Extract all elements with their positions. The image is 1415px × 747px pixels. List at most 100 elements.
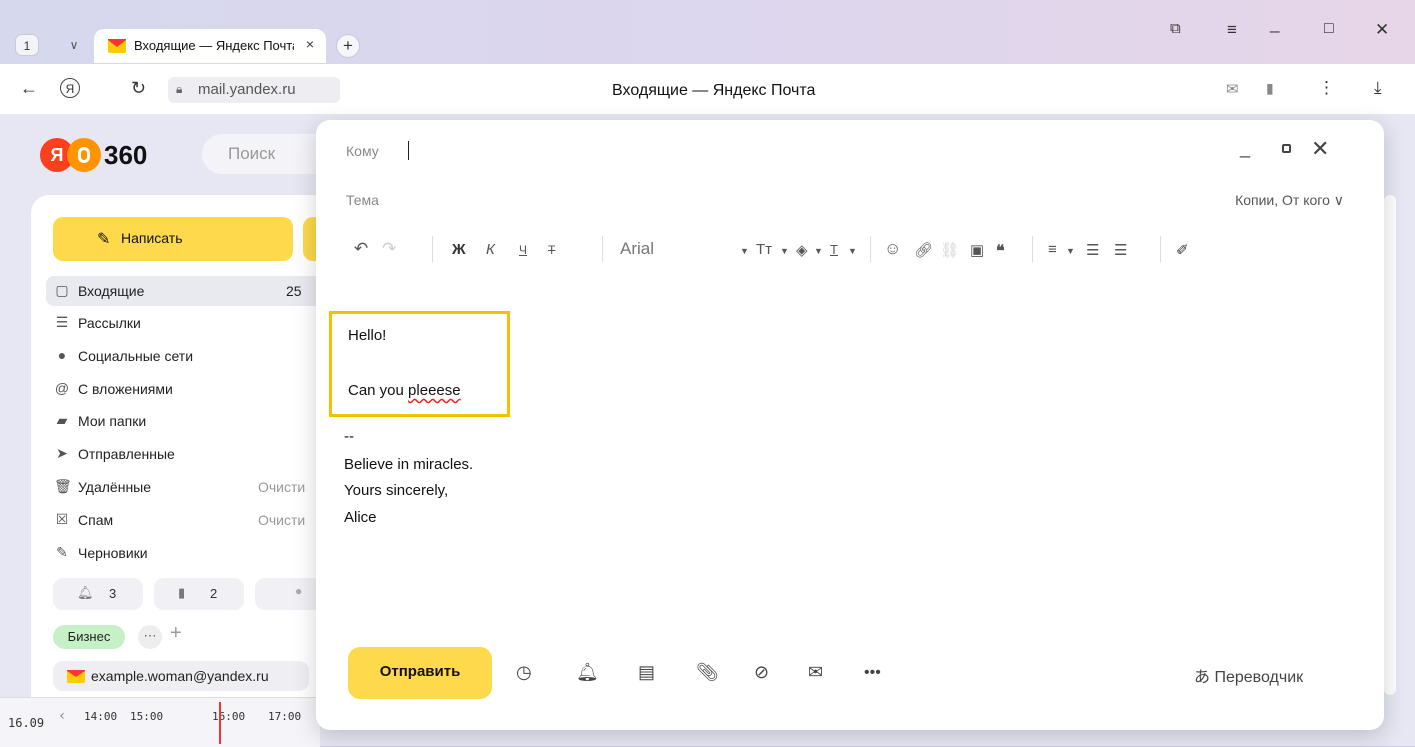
mail-notification-icon[interactable]: ✉ <box>1226 80 1239 98</box>
toolbar-divider <box>602 236 603 262</box>
translator-button[interactable]: あ Переводчик <box>1194 663 1303 687</box>
folder-label: Спам <box>78 512 114 528</box>
undo-icon[interactable]: ↶ <box>354 239 368 259</box>
account-switcher[interactable]: example.woman@yandex.ru <box>53 661 309 691</box>
numbered-list-icon[interactable]: ☰ <box>1114 241 1127 259</box>
yandex-home-icon[interactable]: Я <box>60 78 80 98</box>
timeline[interactable]: 16.09 ‹ 14:00 15:00 16:00 17:00 <box>0 697 320 747</box>
schedule-clock-icon[interactable]: ◷ <box>516 662 532 683</box>
browser-menu-icon[interactable]: ≡ <box>1227 20 1237 40</box>
dot-icon: ● <box>295 584 303 598</box>
tab-collection-icon[interactable]: ⧉ <box>1170 20 1181 37</box>
bell-icon: 🔔︎ <box>77 585 94 600</box>
folder-label: Отправленные <box>78 446 175 462</box>
unread-chip[interactable]: ● <box>255 578 325 610</box>
font-size-chevron-icon[interactable]: ▼ <box>780 246 789 256</box>
align-icon[interactable]: ≡ <box>1048 241 1057 258</box>
sidebar-item-drafts[interactable]: ✎ Черновики <box>46 538 336 568</box>
add-label-icon[interactable]: + <box>170 622 182 645</box>
font-dropdown-chevron-icon[interactable]: ▼ <box>740 246 749 256</box>
drafts-icon: ✎ <box>56 544 68 560</box>
bookmarks-chip[interactable]: ▮ 2 <box>154 578 244 610</box>
underline-button[interactable]: Ч <box>519 243 527 257</box>
label-business[interactable]: Бизнес <box>53 625 125 649</box>
text-color-icon[interactable]: T <box>830 242 838 257</box>
back-arrow-icon[interactable]: ← <box>20 78 38 99</box>
clear-spam-link[interactable]: Очисти <box>258 512 305 528</box>
sidebar-item-my-folders[interactable]: ▰ Мои папки <box>46 406 336 436</box>
unlink-icon[interactable]: ⛓︎ <box>940 241 959 259</box>
redo-icon[interactable]: ↷ <box>382 239 396 259</box>
folder-label: Рассылки <box>78 315 141 331</box>
timeline-back-icon[interactable]: ‹ <box>58 708 66 724</box>
reload-icon[interactable]: ↻ <box>131 78 146 99</box>
bookmark-icon[interactable]: ▮ <box>1266 80 1274 97</box>
font-size-icon[interactable]: Tт <box>756 241 772 258</box>
bullet-list-icon[interactable]: ☰ <box>1086 241 1099 259</box>
body-line-request[interactable]: Can you pleeese <box>348 382 461 399</box>
misspelled-word[interactable]: pleeese <box>408 382 461 399</box>
maximize-window-icon[interactable]: □ <box>1324 20 1334 38</box>
minimize-composer-icon[interactable]: _ <box>1240 138 1250 159</box>
logo-orange-circle <box>67 138 101 172</box>
link-icon[interactable]: 🔗︎ <box>914 241 933 259</box>
compose-button[interactable]: ✎ Написать <box>53 217 293 261</box>
browser-tab-active[interactable]: Входящие — Яндекс Почта × <box>94 29 326 63</box>
fill-color-icon[interactable]: ◈ <box>796 241 808 259</box>
cc-from-toggle[interactable]: Копии, От кого ∨ <box>1235 192 1344 209</box>
align-chevron-icon[interactable]: ▼ <box>1066 246 1075 256</box>
sidebar-item-spam[interactable]: ☒ Спам Очисти <box>46 505 336 535</box>
toolbar-divider <box>870 236 871 262</box>
send-button[interactable]: Отправить <box>348 647 492 699</box>
more-labels-icon[interactable]: ⋯ <box>138 625 162 649</box>
expand-composer-icon[interactable] <box>1282 144 1291 153</box>
sidebar-item-inbox[interactable]: ▢ Входящие 25 <box>46 276 336 306</box>
font-family-select[interactable]: Arial <box>620 239 654 259</box>
attach-paperclip-icon[interactable]: 📎︎ <box>696 662 719 683</box>
close-composer-icon[interactable]: ✕ <box>1311 136 1329 162</box>
envelope-icon[interactable]: ✉ <box>808 662 823 683</box>
url-field[interactable]: 🔒︎ mail.yandex.ru <box>168 77 340 103</box>
folder-label: Мои папки <box>78 413 147 429</box>
template-icon[interactable]: ▤ <box>638 662 655 683</box>
bold-button[interactable]: Ж <box>452 241 466 258</box>
reminders-count: 3 <box>109 586 117 601</box>
image-icon[interactable]: ▣ <box>970 241 984 259</box>
unread-count: 25 <box>286 283 302 299</box>
body-line-greeting[interactable]: Hello! <box>348 327 386 344</box>
tab-count-badge[interactable]: 1 <box>15 34 39 56</box>
fill-color-chevron-icon[interactable]: ▼ <box>814 246 823 256</box>
more-actions-icon[interactable]: ••• <box>864 664 881 682</box>
italic-button[interactable]: К <box>486 241 495 258</box>
folder-label: Социальные сети <box>78 348 194 364</box>
signature-line: Believe in miracles. <box>344 456 474 473</box>
strikethrough-button[interactable]: Т <box>548 243 555 257</box>
more-options-icon[interactable]: ⋮ <box>1318 78 1335 98</box>
folder-label: Удалённые <box>78 479 152 495</box>
sidebar-item-newsletters[interactable]: ☰ Рассылки <box>46 308 336 338</box>
sidebar-item-sent[interactable]: ➤ Отправленные <box>46 439 336 469</box>
body-line-request-text: Can you <box>348 382 409 399</box>
minimize-window-icon[interactable]: _ <box>1270 14 1279 34</box>
toolbar-divider <box>432 236 433 262</box>
tab-close-icon[interactable]: × <box>306 36 314 52</box>
bookmarks-count: 2 <box>210 586 218 601</box>
clear-format-icon[interactable]: ✐ <box>1176 241 1189 259</box>
clear-trash-link[interactable]: Очисти <box>258 479 305 495</box>
timeline-time: 16:00 <box>212 710 246 723</box>
bookmark-icon: ▮ <box>178 585 186 600</box>
close-window-icon[interactable]: ✕ <box>1375 20 1389 40</box>
new-tab-button[interactable]: + <box>336 34 360 58</box>
quote-icon[interactable]: ❝ <box>996 241 1005 261</box>
to-input-caret[interactable] <box>408 141 409 160</box>
download-icon[interactable]: ⤓ <box>1374 78 1382 98</box>
text-color-chevron-icon[interactable]: ▼ <box>848 246 857 256</box>
sidebar-item-trash[interactable]: 🗑︎ Удалённые Очисти <box>46 472 336 502</box>
reminder-bell-icon[interactable]: 🔔︎ <box>576 662 599 683</box>
reminders-chip[interactable]: 🔔︎ 3 <box>53 578 143 610</box>
sidebar-item-attachments[interactable]: @ С вложениями <box>46 374 336 404</box>
tab-list-chevron-icon[interactable]: ∨ <box>64 34 84 56</box>
attach-from-disk-icon[interactable]: ⊘ <box>754 662 769 683</box>
sidebar-item-social[interactable]: ● Социальные сети <box>46 341 336 371</box>
emoji-icon[interactable]: ☺ <box>884 239 901 259</box>
